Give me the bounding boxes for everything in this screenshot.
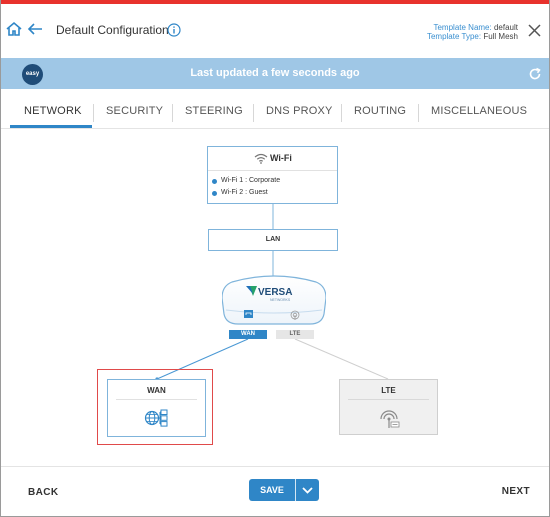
versa-router-device[interactable]: VERSA NETWORKS <box>222 274 326 326</box>
refresh-icon[interactable] <box>528 67 542 81</box>
router-brand-sub: NETWORKS <box>270 298 291 302</box>
tab-miscellaneous[interactable]: MISCELLANEOUS <box>431 105 527 117</box>
lte-node-divider <box>348 399 429 400</box>
wifi-item-2: Wi-Fi 2 : Guest <box>221 189 268 196</box>
tab-bar: NETWORK SECURITY STEERING DNS PROXY ROUT… <box>0 100 550 128</box>
tab-divider <box>341 104 342 122</box>
next-button[interactable]: NEXT <box>502 486 530 497</box>
template-name-value: default <box>493 23 518 32</box>
template-type-value: Full Mesh <box>483 32 518 41</box>
lte-node-title: LTE <box>381 386 396 395</box>
wifi-bullet <box>212 179 217 184</box>
template-name-label: Template Name: <box>433 23 492 32</box>
save-button[interactable]: SAVE <box>249 479 295 501</box>
antenna-icon <box>380 410 400 428</box>
lan-node-title: LAN <box>265 236 281 243</box>
tab-routing[interactable]: ROUTING <box>354 105 406 117</box>
home-icon[interactable] <box>5 20 23 38</box>
footer-divider <box>0 466 550 467</box>
wifi-item-1: Wi-Fi 1 : Corporate <box>221 177 281 184</box>
tab-network[interactable]: NETWORK <box>24 105 82 117</box>
globe-network-icon <box>144 409 168 427</box>
wifi-bullet <box>212 191 217 196</box>
save-button-group: SAVE <box>249 479 319 501</box>
wifi-node-title: Wi-Fi <box>270 153 292 163</box>
wan-node-title: WAN <box>147 386 166 395</box>
lan-node[interactable]: LAN <box>208 229 338 251</box>
lte-node[interactable]: LTE <box>339 379 438 435</box>
template-info: Template Name: default Template Type: Fu… <box>427 23 518 41</box>
tab-dns-proxy[interactable]: DNS PROXY <box>266 105 333 117</box>
tabs-divider <box>0 128 550 129</box>
tab-divider <box>93 104 94 122</box>
close-icon[interactable] <box>528 24 541 37</box>
template-type-label: Template Type: <box>426 32 482 41</box>
tab-divider <box>172 104 173 122</box>
wifi-node-header: Wi-Fi <box>208 147 337 171</box>
last-updated-text: Last updated a few seconds ago <box>190 67 360 79</box>
info-icon[interactable] <box>167 23 181 37</box>
lte-port-label[interactable]: LTE <box>276 330 314 339</box>
tab-divider <box>253 104 254 122</box>
wan-port-label[interactable]: WAN <box>229 330 267 339</box>
wan-port-icon <box>244 310 253 318</box>
header: Default Configuration Template Name: def… <box>0 4 550 56</box>
tab-steering[interactable]: STEERING <box>185 105 243 117</box>
back-arrow-icon[interactable] <box>26 20 44 38</box>
page-title: Default Configuration <box>56 23 169 37</box>
back-button[interactable]: BACK <box>28 487 59 498</box>
router-brand: VERSA <box>258 287 292 298</box>
wifi-node[interactable]: Wi-Fi Wi-Fi 1 : Corporate Wi-Fi 2 : Gues… <box>207 146 338 204</box>
tab-divider <box>418 104 419 122</box>
wan-node-divider <box>116 399 197 400</box>
wifi-icon <box>254 153 268 164</box>
chevron-down-icon[interactable] <box>296 479 319 501</box>
wan-node[interactable]: WAN <box>107 379 206 437</box>
tab-security[interactable]: SECURITY <box>106 105 163 117</box>
status-bar: easy Last updated a few seconds ago <box>0 58 550 89</box>
